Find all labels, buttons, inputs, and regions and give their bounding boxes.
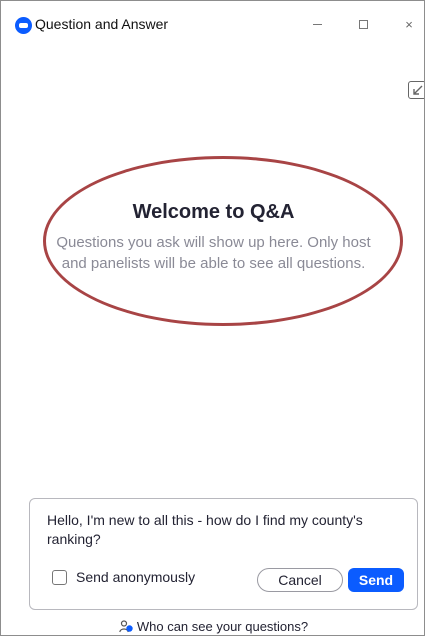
welcome-title: Welcome to Q&A: [132, 201, 295, 223]
maximize-icon: [358, 19, 368, 29]
question-compose-box: Hello, I'm new to all this - how do I fi…: [29, 498, 418, 610]
who-can-see-text: Who can see your questions?: [136, 618, 309, 634]
send-anonymously-option[interactable]: Send anonymously: [52, 569, 195, 585]
question-input[interactable]: Hello, I'm new to all this - how do I fi…: [47, 511, 397, 549]
anonymous-label: Send anonymously: [76, 569, 196, 585]
popout-button[interactable]: [408, 81, 424, 99]
anonymous-checkbox[interactable]: [52, 569, 67, 585]
zoom-app-icon: [15, 17, 32, 34]
minimize-icon: [312, 23, 322, 25]
welcome-message: Welcome to Q&A Questions you ask will sh…: [1, 201, 424, 274]
cancel-button[interactable]: Cancel: [257, 568, 343, 592]
send-button[interactable]: Send: [348, 568, 404, 592]
window-title: Question and Answer: [35, 16, 169, 32]
maximize-button[interactable]: [349, 13, 377, 35]
minimize-button[interactable]: [303, 13, 331, 35]
title-bar[interactable]: Question and Answer ×: [1, 1, 424, 45]
qa-window: Question and Answer × Welcome to Q&A Que…: [0, 0, 425, 636]
people-icon: [119, 619, 133, 632]
popout-icon: [413, 85, 423, 95]
who-can-see-link[interactable]: Who can see your questions?: [1, 615, 424, 635]
welcome-description: Questions you ask will show up here. Onl…: [56, 234, 371, 272]
close-button[interactable]: ×: [395, 13, 423, 35]
close-icon: ×: [405, 16, 413, 32]
